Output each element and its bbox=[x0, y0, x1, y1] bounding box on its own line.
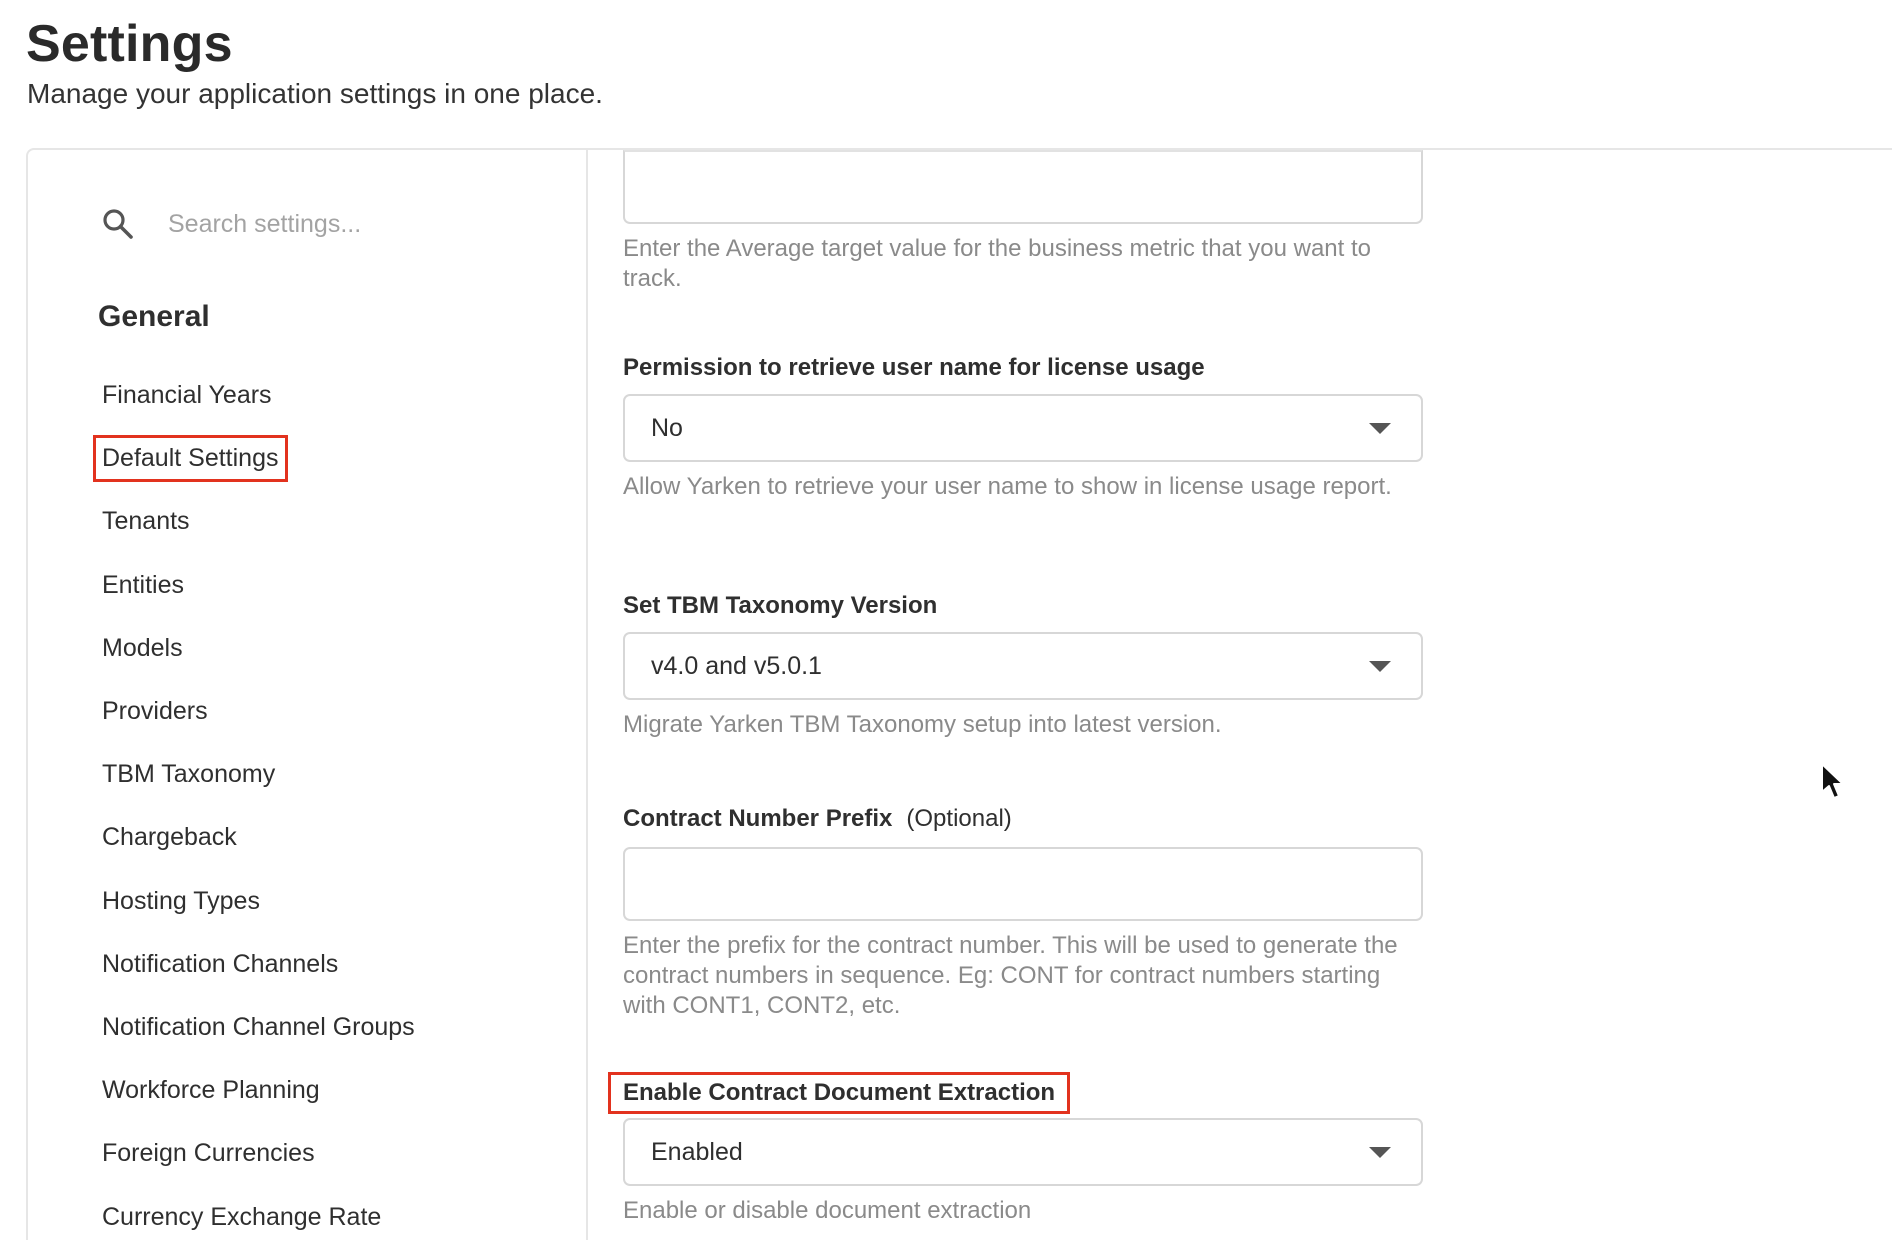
sidebar-item-notification-channel-groups[interactable]: Notification Channel Groups bbox=[102, 996, 424, 1059]
contract-prefix-help: Enter the prefix for the contract number… bbox=[623, 932, 1398, 1019]
doc-extraction-label-row: Enable Contract Document Extraction bbox=[608, 1072, 1423, 1114]
tbm-version-value: v4.0 and v5.0.1 bbox=[651, 651, 822, 680]
field-license-permission: Permission to retrieve user name for lic… bbox=[623, 354, 1423, 502]
field-doc-extraction: Enable Contract Document Extraction Enab… bbox=[608, 1072, 1423, 1226]
page-title: Settings bbox=[26, 15, 233, 73]
sidebar-item-financial-years[interactable]: Financial Years bbox=[102, 364, 424, 427]
doc-extraction-value: Enabled bbox=[651, 1137, 743, 1166]
doc-extraction-label: Enable Contract Document Extraction bbox=[608, 1072, 1071, 1114]
license-permission-label: Permission to retrieve user name for lic… bbox=[623, 354, 1205, 381]
sidebar-item-label: Models bbox=[102, 633, 183, 662]
chevron-down-icon bbox=[1369, 1147, 1391, 1158]
sidebar-item-currency-exchange-rate[interactable]: Currency Exchange Rate bbox=[102, 1185, 424, 1248]
sidebar-item-tenants[interactable]: Tenants bbox=[102, 490, 424, 553]
sidebar-item-workforce-planning[interactable]: Workforce Planning bbox=[102, 1059, 424, 1122]
average-target-help: Enter the Average target value for the b… bbox=[623, 235, 1371, 292]
license-permission-help: Allow Yarken to retrieve your user name … bbox=[623, 473, 1392, 500]
contract-prefix-label: Contract Number Prefix bbox=[623, 805, 893, 832]
chevron-down-icon bbox=[1369, 423, 1391, 434]
section-heading-general: General bbox=[98, 300, 210, 333]
chevron-down-icon bbox=[1369, 661, 1391, 672]
sidebar-item-foreign-currencies[interactable]: Foreign Currencies bbox=[102, 1122, 424, 1185]
contract-prefix-input[interactable] bbox=[623, 847, 1423, 921]
doc-extraction-help: Enable or disable document extraction bbox=[623, 1197, 1032, 1224]
optional-tag: (Optional) bbox=[906, 805, 1012, 832]
search-input[interactable] bbox=[166, 208, 526, 240]
sidebar-item-providers[interactable]: Providers bbox=[102, 680, 424, 743]
doc-extraction-select[interactable]: Enabled bbox=[623, 1118, 1423, 1186]
sidebar-item-chargeback[interactable]: Chargeback bbox=[102, 806, 424, 869]
search-bar bbox=[100, 202, 540, 246]
sidebar-item-label: Tenants bbox=[102, 507, 190, 536]
sidebar-item-label: Notification Channel Groups bbox=[102, 1012, 415, 1041]
sidebar-item-label: Chargeback bbox=[102, 823, 237, 852]
average-target-input[interactable] bbox=[623, 150, 1423, 224]
sidebar-nav: Financial Years Default Settings Tenants En… bbox=[93, 364, 424, 1249]
sidebar-item-label: Notification Channels bbox=[102, 949, 339, 978]
sidebar-item-label: Financial Years bbox=[102, 381, 272, 410]
sidebar-item-label: Hosting Types bbox=[102, 886, 260, 915]
sidebar-item-entities[interactable]: Entities bbox=[102, 554, 424, 617]
sidebar-item-label: Workforce Planning bbox=[102, 1076, 320, 1105]
tbm-version-select[interactable]: v4.0 and v5.0.1 bbox=[623, 632, 1423, 700]
sidebar-item-notification-channels[interactable]: Notification Channels bbox=[102, 933, 424, 996]
sidebar-item-label: Default Settings bbox=[93, 435, 288, 483]
contract-prefix-label-row: Contract Number Prefix (Optional) bbox=[623, 805, 1423, 833]
sidebar-item-label: Entities bbox=[102, 570, 184, 599]
field-average-target: Enter the Average target value for the b… bbox=[623, 150, 1423, 294]
field-tbm-version: Set TBM Taxonomy Version v4.0 and v5.0.1… bbox=[623, 592, 1423, 740]
license-permission-select[interactable]: No bbox=[623, 394, 1423, 462]
sidebar-item-label: TBM Taxonomy bbox=[102, 760, 276, 789]
page-subtitle: Manage your application settings in one … bbox=[27, 78, 603, 109]
settings-sidebar: General Financial Years Default Settings T… bbox=[28, 150, 588, 1240]
tbm-version-label: Set TBM Taxonomy Version bbox=[623, 592, 938, 619]
sidebar-item-default-settings[interactable]: Default Settings bbox=[93, 427, 424, 490]
sidebar-item-label: Foreign Currencies bbox=[102, 1139, 315, 1168]
mouse-cursor-icon bbox=[1821, 763, 1844, 799]
license-permission-value: No bbox=[651, 413, 683, 442]
sidebar-item-label: Providers bbox=[102, 697, 208, 726]
sidebar-item-tbm-taxonomy[interactable]: TBM Taxonomy bbox=[102, 743, 424, 806]
sidebar-item-hosting-types[interactable]: Hosting Types bbox=[102, 870, 424, 933]
tbm-version-help: Migrate Yarken TBM Taxonomy setup into l… bbox=[623, 711, 1222, 738]
field-contract-prefix: Contract Number Prefix (Optional) Enter t… bbox=[623, 805, 1423, 1021]
sidebar-item-label: Currency Exchange Rate bbox=[102, 1202, 382, 1231]
search-icon[interactable] bbox=[100, 206, 136, 242]
sidebar-item-models[interactable]: Models bbox=[102, 617, 424, 680]
